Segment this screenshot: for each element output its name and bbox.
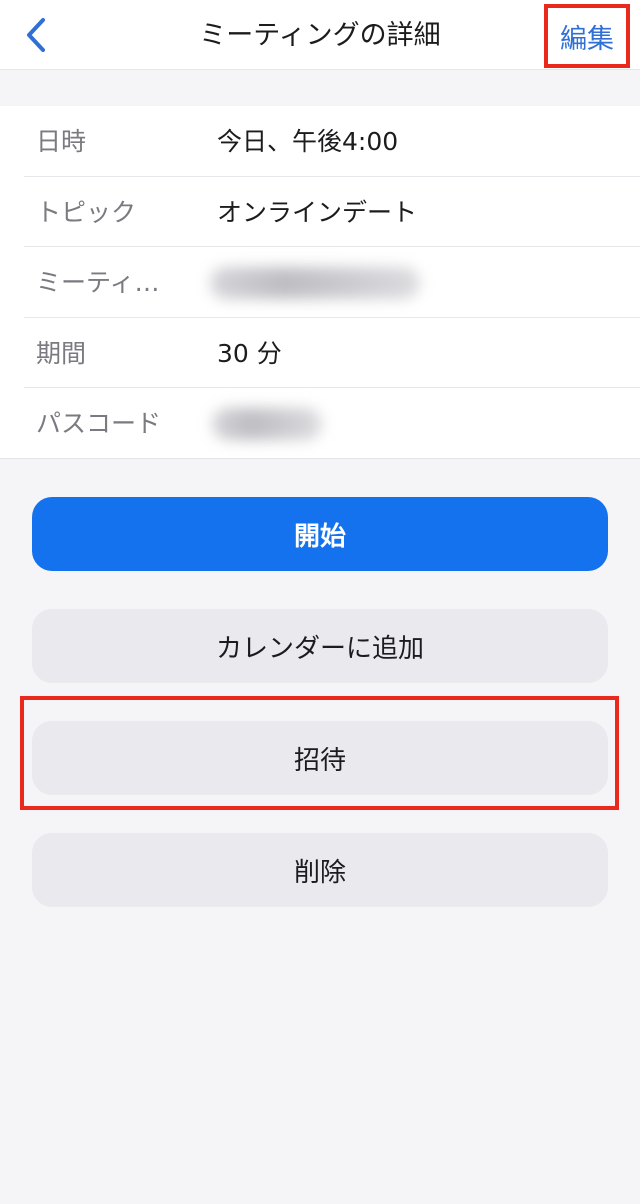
meeting-details-list: 日時 今日、午後4:00 トピック オンラインデート ミーティ… 期間 30 分… bbox=[0, 106, 640, 459]
delete-button[interactable]: 削除 bbox=[32, 833, 608, 907]
topic-label: トピック bbox=[36, 197, 137, 227]
duration-value: 30 分 bbox=[217, 338, 282, 368]
meeting-details-screen: ミーティングの詳細 編集 日時 今日、午後4:00 トピック オンラインデート … bbox=[0, 0, 640, 1204]
duration-label: 期間 bbox=[36, 338, 87, 368]
detail-row-meeting-id: ミーティ… bbox=[24, 247, 640, 318]
invite-highlight-frame bbox=[20, 696, 619, 810]
topic-value: オンラインデート bbox=[217, 197, 418, 227]
meeting-id-value-blurred bbox=[210, 267, 420, 299]
datetime-label: 日時 bbox=[36, 127, 87, 156]
add-to-calendar-button[interactable]: カレンダーに追加 bbox=[32, 609, 608, 683]
passcode-value-blurred bbox=[212, 408, 322, 440]
meeting-id-label: ミーティ… bbox=[36, 268, 160, 297]
nav-bar: ミーティングの詳細 編集 bbox=[0, 0, 640, 70]
start-button[interactable]: 開始 bbox=[32, 497, 608, 571]
detail-row-duration: 期間 30 分 bbox=[24, 318, 640, 388]
detail-row-topic: トピック オンラインデート bbox=[24, 177, 640, 247]
page-title: ミーティングの詳細 bbox=[199, 20, 441, 51]
passcode-label: パスコード bbox=[36, 409, 162, 438]
chevron-left-icon bbox=[27, 18, 45, 52]
datetime-value: 今日、午後4:00 bbox=[217, 127, 399, 156]
back-button[interactable] bbox=[14, 12, 58, 58]
detail-row-datetime: 日時 今日、午後4:00 bbox=[24, 106, 640, 177]
edit-button[interactable]: 編集 bbox=[544, 4, 630, 68]
detail-row-passcode: パスコード bbox=[24, 388, 640, 459]
